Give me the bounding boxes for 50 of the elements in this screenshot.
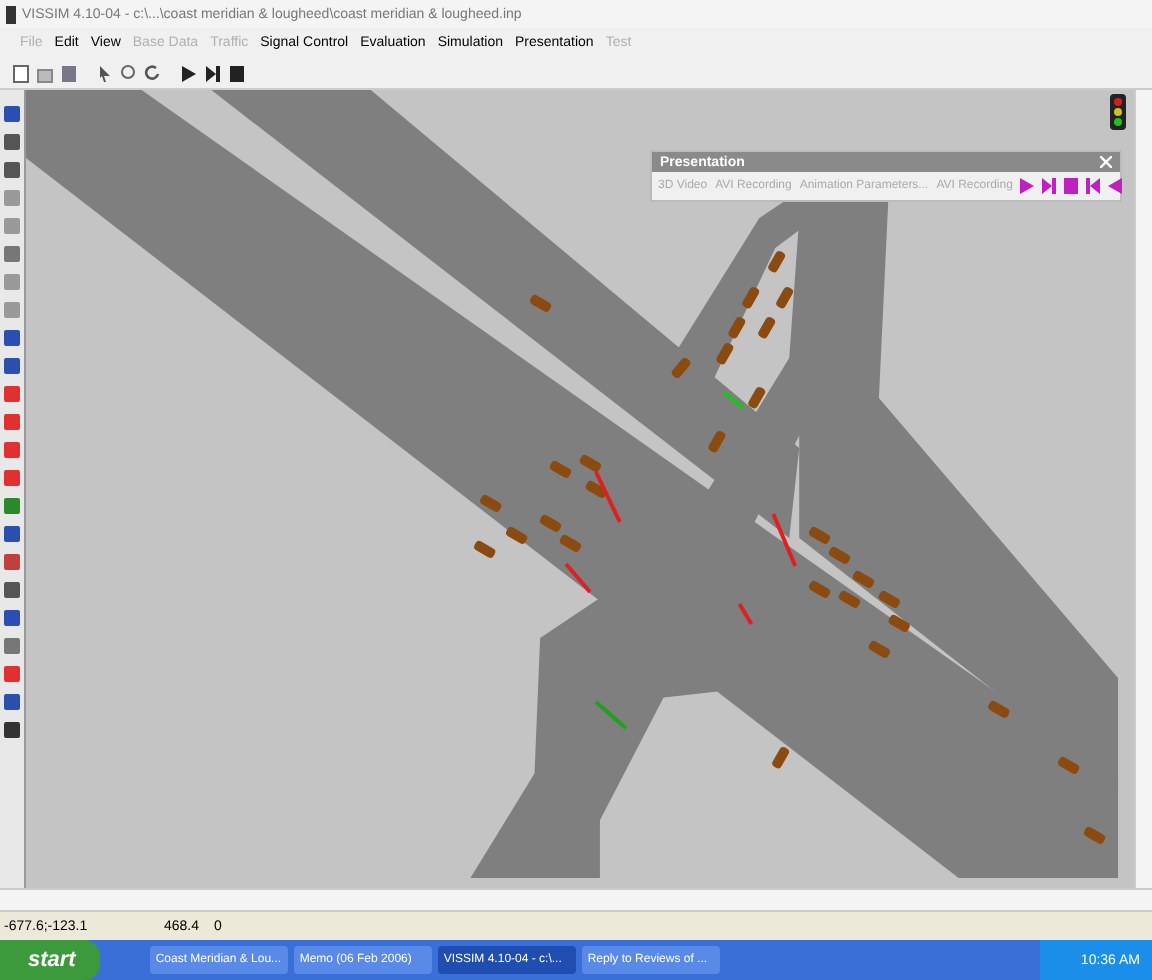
vehicle (740, 285, 761, 310)
vehicle (578, 453, 603, 474)
traffic-light-icon[interactable] (1108, 94, 1128, 130)
pointer-icon[interactable] (94, 62, 114, 84)
play-icon[interactable] (178, 62, 198, 84)
vehicle (707, 429, 727, 454)
vehicle (670, 356, 692, 380)
app-icon (6, 5, 16, 23)
step-icon[interactable] (202, 62, 222, 84)
zoom-icon[interactable] (118, 62, 138, 84)
vehicle (1082, 825, 1107, 846)
vehicle (766, 249, 787, 274)
signal-head (771, 513, 798, 567)
start-button[interactable]: start (0, 940, 100, 980)
vehicle (548, 459, 573, 480)
signal-head (564, 562, 592, 594)
save-icon[interactable] (58, 62, 78, 84)
vehicle (827, 545, 852, 566)
vehicle (774, 285, 795, 310)
vehicle (472, 539, 497, 560)
vehicle (558, 533, 583, 554)
new-file-icon[interactable] (10, 62, 30, 84)
vehicle (887, 613, 912, 634)
signal-head (737, 602, 754, 626)
vehicle (715, 341, 735, 366)
step-back-icon[interactable] (1086, 178, 1101, 194)
vehicle (770, 745, 791, 770)
vehicle (584, 479, 609, 500)
close-icon[interactable] (1100, 156, 1112, 168)
signal-head (594, 471, 622, 523)
vehicle (877, 589, 902, 610)
stop-icon[interactable] (226, 62, 246, 84)
vehicle (746, 385, 767, 410)
rotate-icon[interactable] (142, 62, 162, 84)
signal-head (594, 700, 628, 730)
vehicle (478, 493, 503, 514)
vehicle (851, 569, 876, 590)
vehicle (807, 579, 832, 600)
vehicle (504, 525, 529, 546)
vehicle (538, 513, 563, 534)
signal-head (722, 390, 745, 410)
vehicle (807, 525, 832, 546)
vehicle (1056, 755, 1081, 776)
vehicle (727, 315, 747, 340)
vehicle (528, 293, 553, 314)
vehicle (837, 589, 862, 610)
vehicle (867, 639, 892, 660)
vehicle (756, 315, 777, 340)
play-back-icon[interactable] (1108, 178, 1123, 194)
vehicle (986, 699, 1011, 720)
